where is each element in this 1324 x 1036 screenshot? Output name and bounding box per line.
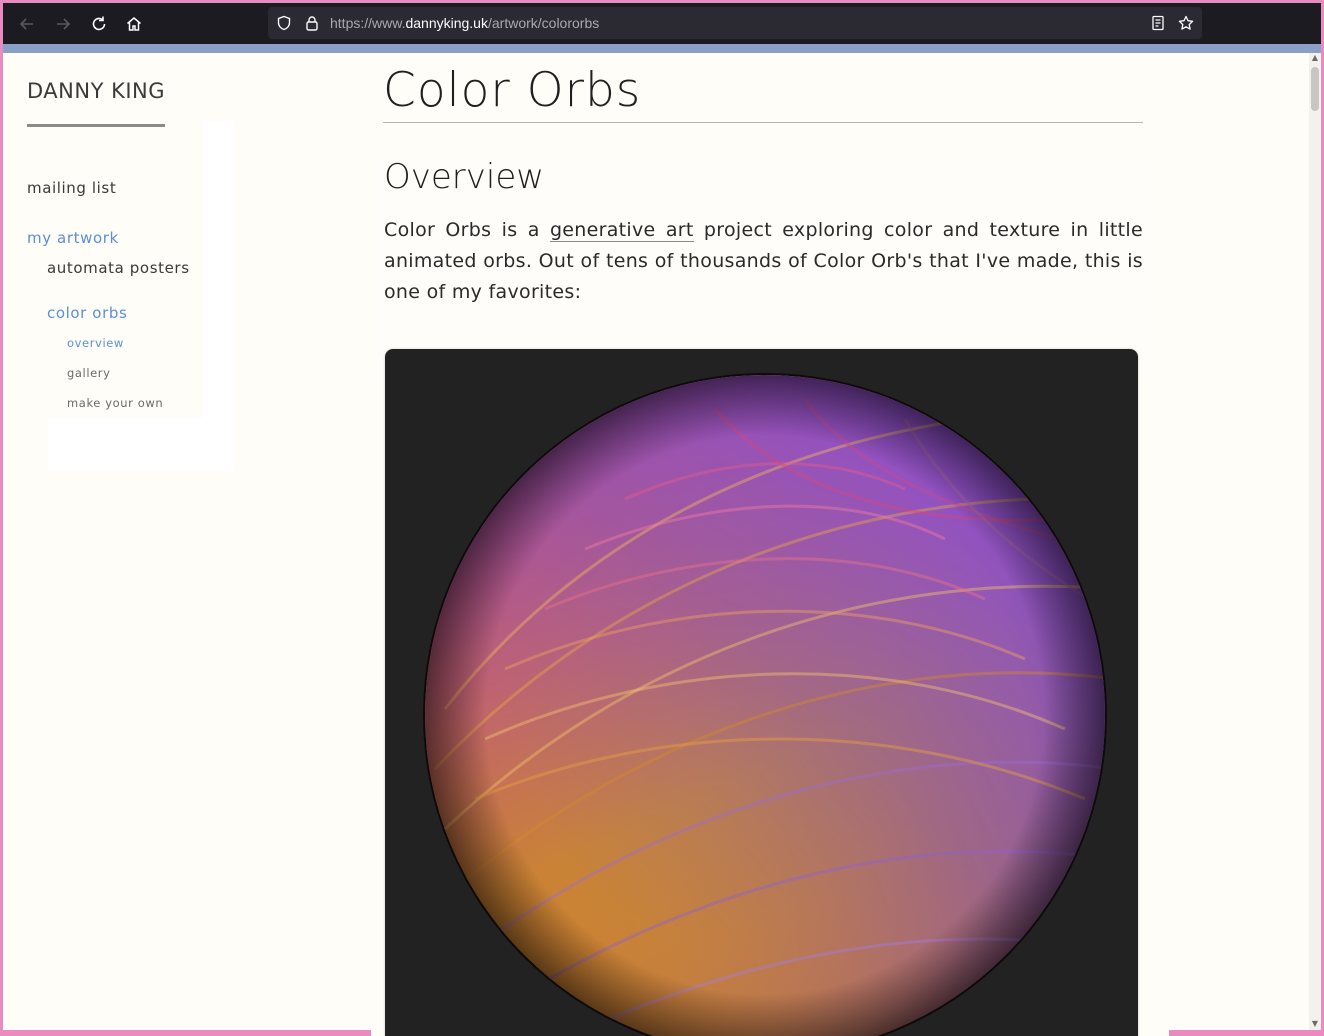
sidebar-item-make-your-own[interactable]: make your own [67, 396, 163, 410]
reader-view-icon[interactable] [1150, 15, 1166, 31]
browser-toolbar: https://www.dannyking.uk/artwork/coloror… [3, 3, 1321, 44]
page-title: Color Orbs [383, 63, 642, 118]
site-brand[interactable]: DANNY KING [27, 79, 165, 103]
bookmark-star-icon[interactable] [1178, 15, 1194, 31]
page-scrollbar[interactable]: ▲ ▼ [1309, 53, 1321, 1030]
generative-art-link[interactable]: generative art [549, 219, 694, 242]
forward-icon[interactable] [52, 13, 74, 35]
shield-icon[interactable] [276, 15, 292, 31]
color-orb-artwork[interactable] [385, 349, 1138, 1036]
sidebar-item-color-orbs[interactable]: color orbs [47, 304, 127, 322]
sidebar-panel-bottom [48, 418, 235, 471]
paragraph-text: Color Orbs is a [384, 219, 550, 241]
page-content: DANNY KING mailing list my artwork autom… [3, 53, 1309, 1036]
intro-paragraph: Color Orbs is a generative art project e… [384, 215, 1143, 308]
sidebar-item-my-artwork[interactable]: my artwork [27, 229, 119, 247]
lock-icon[interactable] [304, 15, 320, 31]
sidebar-item-gallery[interactable]: gallery [67, 366, 111, 380]
home-icon[interactable] [123, 13, 145, 35]
sidebar-item-mailing-list[interactable]: mailing list [27, 179, 116, 197]
window-border [1169, 1030, 1324, 1036]
scroll-down-icon[interactable]: ▼ [1309, 1019, 1321, 1029]
scrollbar-thumb[interactable] [1311, 67, 1319, 111]
back-icon[interactable] [16, 13, 38, 35]
sidebar-item-overview[interactable]: overview [67, 336, 124, 350]
section-heading: Overview [384, 157, 545, 197]
url-text[interactable]: https://www.dannyking.uk/artwork/coloror… [330, 7, 599, 39]
scroll-up-icon[interactable]: ▲ [1309, 53, 1321, 63]
tab-accent-strip [3, 44, 1321, 53]
sidebar-item-automata-posters[interactable]: automata posters [47, 259, 190, 277]
window-border [0, 1030, 371, 1036]
brand-underline [27, 124, 165, 127]
reload-icon[interactable] [88, 13, 110, 35]
address-bar[interactable]: https://www.dannyking.uk/artwork/coloror… [268, 7, 1202, 39]
title-divider [383, 122, 1143, 123]
orb-image [423, 373, 1107, 1036]
